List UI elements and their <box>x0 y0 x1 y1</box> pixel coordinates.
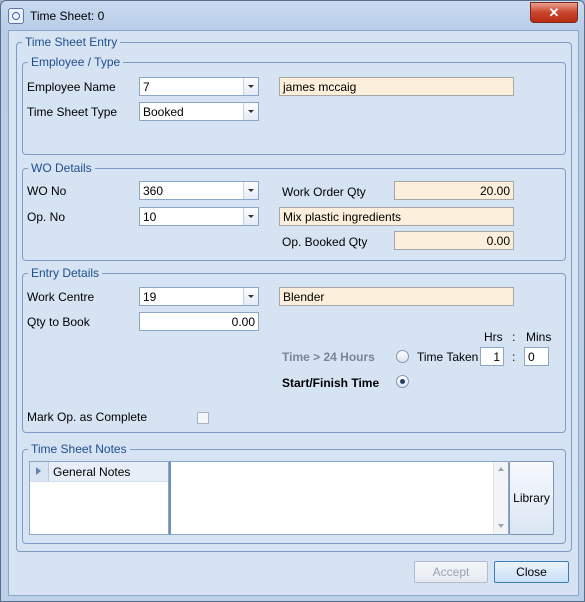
wo-no-combo[interactable]: 360 <box>139 181 259 200</box>
op-no-value: 10 <box>143 210 157 224</box>
wo-details-legend: WO Details <box>31 161 92 175</box>
qty-to-book-input[interactable]: 0.00 <box>139 312 259 331</box>
time-sheet-type-label: Time Sheet Type <box>27 105 118 119</box>
op-no-label: Op. No <box>27 210 66 224</box>
op-description-field: Mix plastic ingredients <box>279 207 514 226</box>
notes-textarea[interactable] <box>169 461 509 535</box>
op-description-text: Mix plastic ingredients <box>283 210 402 224</box>
list-item[interactable]: General Notes <box>30 462 168 482</box>
row-indicator-icon <box>30 462 49 481</box>
app-icon <box>8 8 24 24</box>
hrs-label: Hrs <box>484 330 503 344</box>
notes-list: General Notes <box>29 461 169 535</box>
op-no-combo[interactable]: 10 <box>139 207 259 226</box>
time-sheet-type-combo[interactable]: Booked <box>139 102 259 121</box>
general-notes-label: General Notes <box>53 465 131 479</box>
employee-name-label: Employee Name <box>27 80 116 94</box>
window-close-button[interactable]: ✕ <box>530 2 578 23</box>
time-sheet-entry-legend: Time Sheet Entry <box>25 35 118 49</box>
work-order-qty-value: 20.00 <box>479 184 510 198</box>
work-centre-label: Work Centre <box>27 290 95 304</box>
hrs-input[interactable]: 1 <box>480 347 504 366</box>
employee-name-value: 7 <box>143 80 150 94</box>
mins-input[interactable]: 0 <box>524 347 549 366</box>
library-button[interactable]: Library <box>509 461 554 535</box>
time-sheet-type-value: Booked <box>143 105 184 119</box>
mark-complete-checkbox[interactable] <box>197 412 209 424</box>
client-area: Time Sheet Entry Employee / Type Employe… <box>8 30 579 596</box>
mark-complete-label: Mark Op. as Complete <box>27 410 148 424</box>
hrs-value: 1 <box>493 350 500 364</box>
chevron-down-icon[interactable] <box>243 103 258 120</box>
employee-name-combo[interactable]: 7 <box>139 77 259 96</box>
qty-to-book-label: Qty to Book <box>27 315 90 329</box>
entry-details-legend: Entry Details <box>31 266 100 280</box>
employee-fullname-field: james mccaig <box>279 77 514 96</box>
time-taken-label: Time Taken <box>417 350 479 364</box>
chevron-down-icon[interactable] <box>243 208 258 225</box>
work-centre-name-field: Blender <box>279 287 514 306</box>
time-taken-colon: : <box>512 350 516 364</box>
wo-no-value: 360 <box>143 184 164 198</box>
time-over-24-label: Time > 24 Hours <box>282 350 375 364</box>
mins-value: 0 <box>528 350 535 364</box>
hrs-mins-colon: : <box>512 330 516 344</box>
time-sheet-notes-legend: Time Sheet Notes <box>31 442 127 456</box>
time-sheet-window: Time Sheet: 0 ✕ Time Sheet Entry Employe… <box>0 0 585 602</box>
work-centre-combo[interactable]: 19 <box>139 287 259 306</box>
mins-label: Mins <box>526 330 552 344</box>
accept-button[interactable]: Accept <box>414 561 488 583</box>
notes-scrollbar[interactable] <box>493 462 508 534</box>
op-booked-qty-value: 0.00 <box>486 234 510 248</box>
time-taken-radio[interactable] <box>396 350 409 363</box>
window-title: Time Sheet: 0 <box>30 9 105 23</box>
op-booked-qty-field: 0.00 <box>394 231 514 250</box>
title-bar: Time Sheet: 0 ✕ <box>1 1 584 31</box>
employee-fullname-text: james mccaig <box>283 80 357 94</box>
scroll-up-icon[interactable] <box>498 467 504 471</box>
work-order-qty-label: Work Order Qty <box>282 185 366 199</box>
start-finish-label: Start/Finish Time <box>282 376 380 390</box>
employee-type-legend: Employee / Type <box>31 55 121 69</box>
op-booked-qty-label: Op. Booked Qty <box>282 235 368 249</box>
qty-to-book-value: 0.00 <box>231 315 255 329</box>
chevron-down-icon[interactable] <box>243 288 258 305</box>
start-finish-radio[interactable] <box>396 375 409 388</box>
work-centre-name-text: Blender <box>283 290 325 304</box>
chevron-down-icon[interactable] <box>243 182 258 199</box>
work-centre-value: 19 <box>143 290 157 304</box>
work-order-qty-field: 20.00 <box>394 181 514 200</box>
wo-no-label: WO No <box>27 184 67 198</box>
chevron-down-icon[interactable] <box>243 78 258 95</box>
scroll-down-icon[interactable] <box>498 524 504 528</box>
close-button[interactable]: Close <box>494 561 569 583</box>
